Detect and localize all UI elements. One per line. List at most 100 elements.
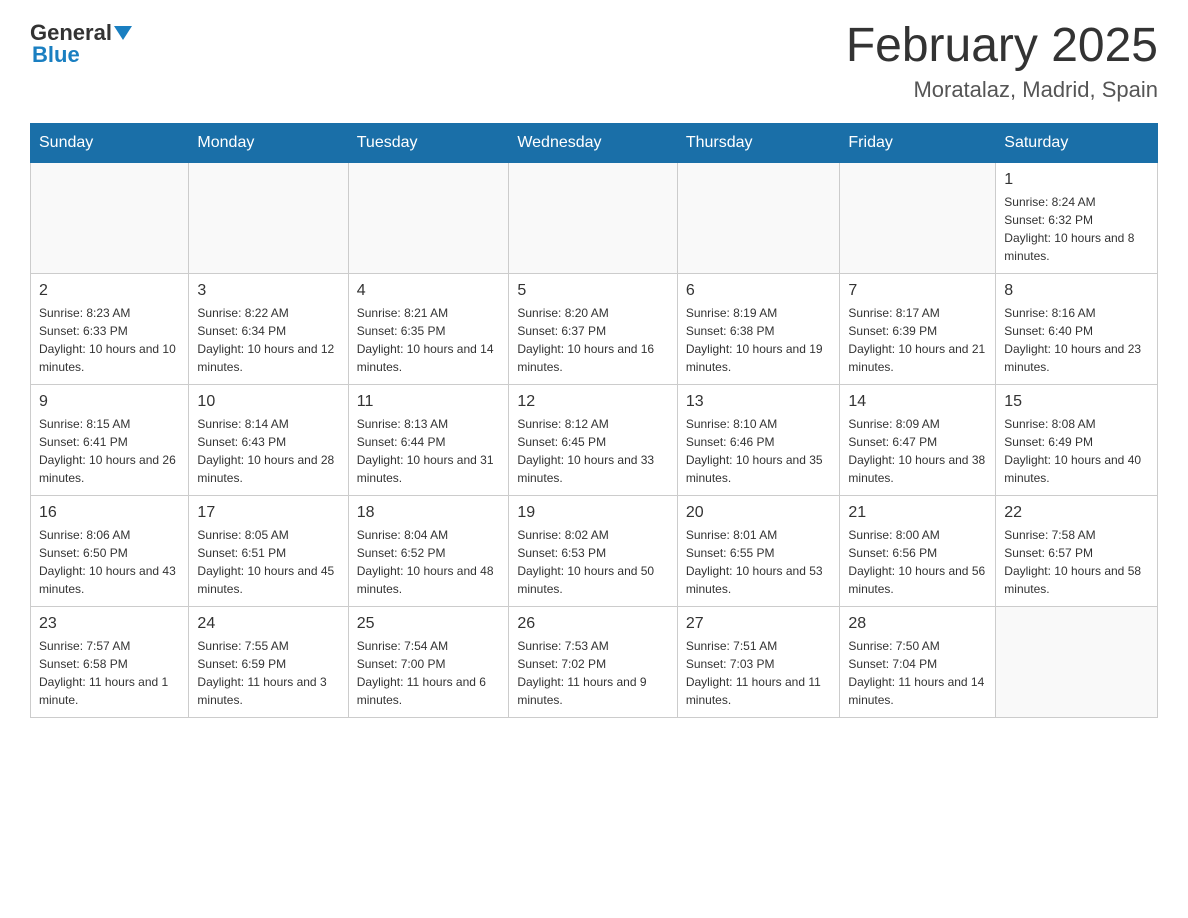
day-number: 3	[197, 282, 339, 300]
day-info: Sunrise: 8:16 AM Sunset: 6:40 PM Dayligh…	[1004, 304, 1149, 376]
calendar-day-cell	[677, 162, 840, 273]
day-number: 19	[517, 504, 668, 522]
day-number: 4	[357, 282, 501, 300]
calendar-day-cell: 3Sunrise: 8:22 AM Sunset: 6:34 PM Daylig…	[189, 273, 348, 384]
calendar-day-cell: 7 Sunrise: 8:17 AM Sunset: 6:39 PM Daylig…	[840, 273, 996, 384]
day-number: 27	[686, 615, 832, 633]
calendar-day-cell: 4 Sunrise: 8:21 AM Sunset: 6:35 PM Daylig…	[348, 273, 509, 384]
logo: General Blue	[30, 20, 132, 68]
day-info: Sunrise: 8:20 AM Sunset: 6:37 PM Dayligh…	[517, 304, 668, 376]
day-number: 28	[848, 615, 987, 633]
day-info: Sunrise: 7:51 AM Sunset: 7:03 PM Dayligh…	[686, 637, 832, 709]
day-number: 26	[517, 615, 668, 633]
calendar-day-cell: 20 Sunrise: 8:01 AM Sunset: 6:55 PM Dayli…	[677, 495, 840, 606]
day-number: 20	[686, 504, 832, 522]
day-info: Sunrise: 8:10 AM Sunset: 6:46 PM Dayligh…	[686, 415, 832, 487]
calendar-day-cell: 1Sunrise: 8:24 AM Sunset: 6:32 PM Daylig…	[996, 162, 1158, 273]
day-info: Sunrise: 8:13 AM Sunset: 6:44 PM Dayligh…	[357, 415, 501, 487]
day-info: Sunrise: 8:06 AM Sunset: 6:50 PM Dayligh…	[39, 526, 180, 598]
calendar-day-cell: 12 Sunrise: 8:12 AM Sunset: 6:45 PM Dayli…	[509, 384, 677, 495]
day-info: Sunrise: 7:50 AM Sunset: 7:04 PM Dayligh…	[848, 637, 987, 709]
day-info: Sunrise: 7:53 AM Sunset: 7:02 PM Dayligh…	[517, 637, 668, 709]
day-number: 23	[39, 615, 180, 633]
day-info: Sunrise: 8:12 AM Sunset: 6:45 PM Dayligh…	[517, 415, 668, 487]
day-number: 21	[848, 504, 987, 522]
day-number: 8	[1004, 282, 1149, 300]
day-number: 18	[357, 504, 501, 522]
calendar-week-row: 1Sunrise: 8:24 AM Sunset: 6:32 PM Daylig…	[31, 162, 1158, 273]
calendar-day-cell	[348, 162, 509, 273]
calendar-header-saturday: Saturday	[996, 123, 1158, 162]
day-number: 9	[39, 393, 180, 411]
calendar-day-cell: 15 Sunrise: 8:08 AM Sunset: 6:49 PM Dayli…	[996, 384, 1158, 495]
calendar-day-cell: 6 Sunrise: 8:19 AM Sunset: 6:38 PM Daylig…	[677, 273, 840, 384]
calendar-day-cell: 26 Sunrise: 7:53 AM Sunset: 7:02 PM Dayli…	[509, 606, 677, 717]
day-info: Sunrise: 8:02 AM Sunset: 6:53 PM Dayligh…	[517, 526, 668, 598]
calendar-day-cell	[996, 606, 1158, 717]
day-number: 24	[197, 615, 339, 633]
logo-blue-text: Blue	[32, 42, 80, 68]
day-info: Sunrise: 8:21 AM Sunset: 6:35 PM Dayligh…	[357, 304, 501, 376]
calendar-day-cell: 28 Sunrise: 7:50 AM Sunset: 7:04 PM Dayli…	[840, 606, 996, 717]
calendar-day-cell: 11 Sunrise: 8:13 AM Sunset: 6:44 PM Dayli…	[348, 384, 509, 495]
calendar-header-monday: Monday	[189, 123, 348, 162]
day-info: Sunrise: 8:14 AM Sunset: 6:43 PM Dayligh…	[197, 415, 339, 487]
day-info: Sunrise: 7:55 AM Sunset: 6:59 PM Dayligh…	[197, 637, 339, 709]
day-info: Sunrise: 7:57 AM Sunset: 6:58 PM Dayligh…	[39, 637, 180, 709]
day-info: Sunrise: 8:09 AM Sunset: 6:47 PM Dayligh…	[848, 415, 987, 487]
calendar-week-row: 23 Sunrise: 7:57 AM Sunset: 6:58 PM Dayli…	[31, 606, 1158, 717]
day-info: Sunrise: 8:00 AM Sunset: 6:56 PM Dayligh…	[848, 526, 987, 598]
calendar-header-wednesday: Wednesday	[509, 123, 677, 162]
calendar-header-tuesday: Tuesday	[348, 123, 509, 162]
day-info: Sunrise: 8:17 AM Sunset: 6:39 PM Dayligh…	[848, 304, 987, 376]
day-info: Sunrise: 8:04 AM Sunset: 6:52 PM Dayligh…	[357, 526, 501, 598]
month-title: February 2025	[846, 20, 1158, 73]
calendar-header-friday: Friday	[840, 123, 996, 162]
calendar-day-cell	[840, 162, 996, 273]
day-number: 2	[39, 282, 180, 300]
day-info: Sunrise: 8:01 AM Sunset: 6:55 PM Dayligh…	[686, 526, 832, 598]
calendar-day-cell: 16 Sunrise: 8:06 AM Sunset: 6:50 PM Dayli…	[31, 495, 189, 606]
calendar-day-cell: 22 Sunrise: 7:58 AM Sunset: 6:57 PM Dayli…	[996, 495, 1158, 606]
calendar-day-cell	[189, 162, 348, 273]
calendar-day-cell	[509, 162, 677, 273]
day-number: 15	[1004, 393, 1149, 411]
calendar-day-cell: 25 Sunrise: 7:54 AM Sunset: 7:00 PM Dayli…	[348, 606, 509, 717]
day-number: 1	[1004, 171, 1149, 189]
calendar-day-cell: 14 Sunrise: 8:09 AM Sunset: 6:47 PM Dayli…	[840, 384, 996, 495]
day-number: 16	[39, 504, 180, 522]
calendar-header-thursday: Thursday	[677, 123, 840, 162]
day-number: 12	[517, 393, 668, 411]
day-number: 10	[197, 393, 339, 411]
day-number: 17	[197, 504, 339, 522]
day-info: Sunrise: 8:15 AM Sunset: 6:41 PM Dayligh…	[39, 415, 180, 487]
day-number: 7	[848, 282, 987, 300]
day-number: 13	[686, 393, 832, 411]
day-number: 11	[357, 393, 501, 411]
calendar-day-cell: 19 Sunrise: 8:02 AM Sunset: 6:53 PM Dayli…	[509, 495, 677, 606]
day-number: 22	[1004, 504, 1149, 522]
calendar-header-sunday: Sunday	[31, 123, 189, 162]
page-header: General Blue February 2025 Moratalaz, Ma…	[30, 20, 1158, 103]
day-info: Sunrise: 7:58 AM Sunset: 6:57 PM Dayligh…	[1004, 526, 1149, 598]
day-number: 14	[848, 393, 987, 411]
day-info: Sunrise: 8:19 AM Sunset: 6:38 PM Dayligh…	[686, 304, 832, 376]
calendar-day-cell: 17 Sunrise: 8:05 AM Sunset: 6:51 PM Dayli…	[189, 495, 348, 606]
calendar-day-cell: 2 Sunrise: 8:23 AM Sunset: 6:33 PM Daylig…	[31, 273, 189, 384]
day-info: Sunrise: 8:08 AM Sunset: 6:49 PM Dayligh…	[1004, 415, 1149, 487]
calendar-day-cell: 21 Sunrise: 8:00 AM Sunset: 6:56 PM Dayli…	[840, 495, 996, 606]
day-number: 25	[357, 615, 501, 633]
calendar-table: SundayMondayTuesdayWednesdayThursdayFrid…	[30, 123, 1158, 718]
calendar-week-row: 9 Sunrise: 8:15 AM Sunset: 6:41 PM Daylig…	[31, 384, 1158, 495]
calendar-week-row: 2 Sunrise: 8:23 AM Sunset: 6:33 PM Daylig…	[31, 273, 1158, 384]
day-info: Sunrise: 8:05 AM Sunset: 6:51 PM Dayligh…	[197, 526, 339, 598]
day-number: 5	[517, 282, 668, 300]
calendar-day-cell: 24 Sunrise: 7:55 AM Sunset: 6:59 PM Dayli…	[189, 606, 348, 717]
calendar-header-row: SundayMondayTuesdayWednesdayThursdayFrid…	[31, 123, 1158, 162]
calendar-day-cell: 27 Sunrise: 7:51 AM Sunset: 7:03 PM Dayli…	[677, 606, 840, 717]
day-info: Sunrise: 7:54 AM Sunset: 7:00 PM Dayligh…	[357, 637, 501, 709]
calendar-day-cell: 18 Sunrise: 8:04 AM Sunset: 6:52 PM Dayli…	[348, 495, 509, 606]
day-info: Sunrise: 8:23 AM Sunset: 6:33 PM Dayligh…	[39, 304, 180, 376]
day-number: 6	[686, 282, 832, 300]
location-title: Moratalaz, Madrid, Spain	[846, 77, 1158, 103]
